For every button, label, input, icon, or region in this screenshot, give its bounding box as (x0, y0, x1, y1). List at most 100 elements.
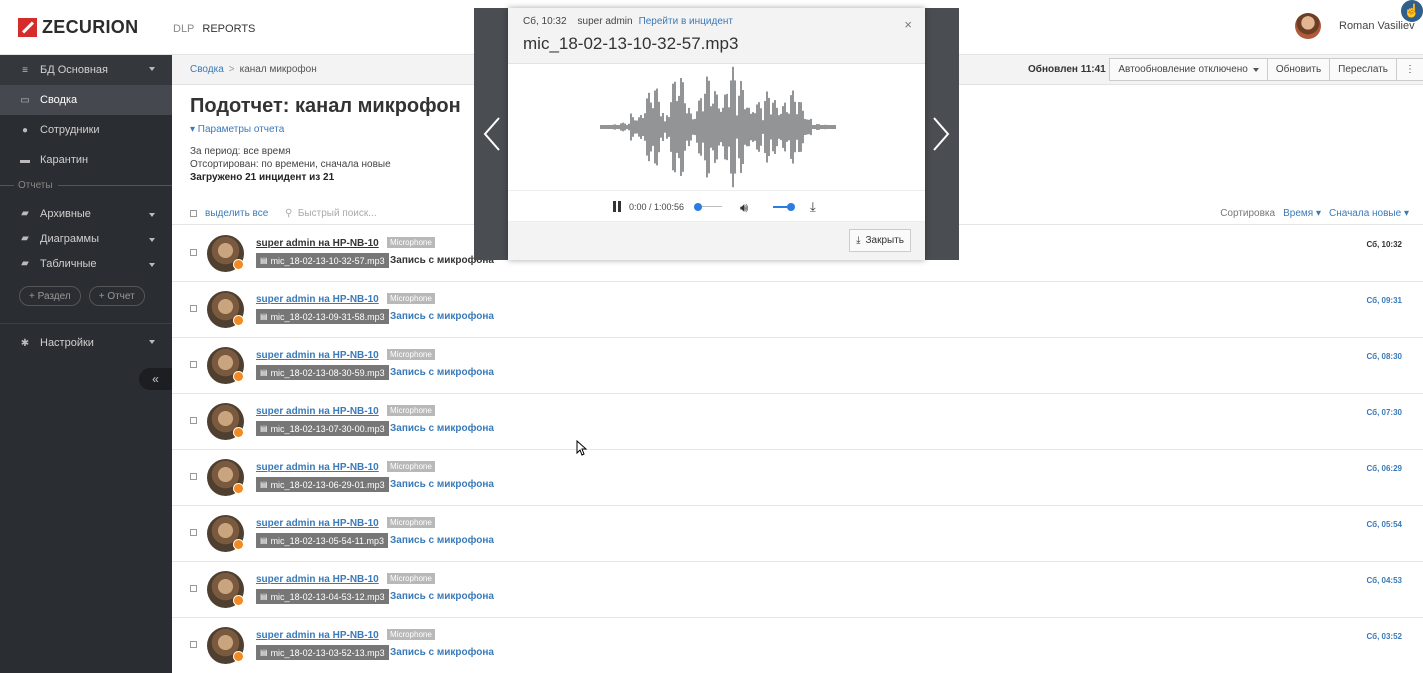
row-user-link[interactable]: super admin на HP-NB-10 (256, 406, 379, 417)
add-section-button[interactable]: + Раздел (19, 286, 81, 306)
volume-icon[interactable]: 🔊︎ (740, 200, 748, 216)
toolbar-buttons: Автообновление отключено Обновить Пересл… (1109, 58, 1423, 81)
hand-pointer-icon[interactable]: ☝ (1401, 0, 1423, 22)
add-report-button[interactable]: + Отчет (88, 286, 145, 306)
row-description[interactable]: Запись с микрофона (390, 479, 494, 490)
divider (0, 323, 172, 324)
row-checkbox[interactable] (190, 361, 197, 368)
file-icon: ▤ (260, 256, 268, 265)
row-description[interactable]: Запись с микрофона (390, 367, 494, 378)
sidebar-item-label: Сводка (40, 94, 78, 106)
sidebar-folder-charts[interactable]: ▰ Диаграммы (0, 226, 172, 251)
file-chip[interactable]: ▤ mic_18-02-13-03-52-13.mp3 (256, 645, 389, 660)
chevron-down-icon (149, 263, 155, 267)
file-name: mic_18-02-13-09-31-58.mp3 (270, 311, 385, 322)
select-all-link[interactable]: выделить все (205, 208, 268, 219)
row-user-link[interactable]: super admin на HP-NB-10 (256, 238, 379, 249)
row-user-link[interactable]: super admin на HP-NB-10 (256, 462, 379, 473)
row-checkbox[interactable] (190, 417, 197, 424)
next-arrow-icon[interactable] (930, 114, 952, 154)
table-row[interactable]: super admin на HP-NB-10 Microphone ▤ mic_18… (172, 450, 1423, 506)
close-icon[interactable]: × (904, 17, 912, 32)
row-checkbox[interactable] (190, 305, 197, 312)
row-checkbox[interactable] (190, 585, 197, 592)
sidebar-folder-tables[interactable]: ▰ Табличные (0, 251, 172, 276)
sidebar-folder-archive[interactable]: ▰ Архивные (0, 201, 172, 226)
file-chip[interactable]: ▤ mic_18-02-13-06-29-01.mp3 (256, 477, 389, 492)
more-menu-button[interactable]: ⋮ (1396, 58, 1423, 81)
logo-text: ZECURION (42, 17, 139, 37)
row-user-link[interactable]: super admin на HP-NB-10 (256, 630, 379, 641)
channel-badge: Microphone (387, 461, 435, 472)
logo[interactable]: ZECURION (18, 17, 138, 38)
avatar (207, 459, 244, 496)
breadcrumb-root[interactable]: Сводка (190, 64, 224, 75)
select-all-checkbox[interactable] (190, 210, 197, 217)
modal-footer: ⤓ Закрыть (508, 222, 925, 260)
refresh-button[interactable]: Обновить (1266, 58, 1331, 81)
top-nav: DLP REPORTS (173, 23, 255, 35)
sidebar-item-quarantine[interactable]: ▬ Карантин (0, 145, 172, 175)
row-time: Сб, 10:32 (1366, 240, 1402, 249)
file-chip[interactable]: ▤ mic_18-02-13-08-30-59.mp3 (256, 365, 389, 380)
nav-dlp[interactable]: DLP (173, 23, 194, 35)
report-params-toggle[interactable]: ▾ Параметры отчета (190, 124, 461, 135)
row-description[interactable]: Запись с микрофона (390, 647, 494, 658)
nav-reports[interactable]: REPORTS (202, 23, 255, 35)
row-user-link[interactable]: super admin на HP-NB-10 (256, 294, 379, 305)
table-row[interactable]: super admin на HP-NB-10 Microphone ▤ mic_18… (172, 562, 1423, 618)
row-checkbox[interactable] (190, 249, 197, 256)
folder-label: Архивные (40, 207, 91, 220)
table-row[interactable]: super admin на HP-NB-10 Microphone ▤ mic_18… (172, 506, 1423, 562)
sidebar-item-employees[interactable]: ● Сотрудники (0, 115, 172, 145)
channel-badge: Microphone (387, 517, 435, 528)
sidebar-db-select[interactable]: ≡ БД Основная (0, 55, 172, 85)
previous-arrow-icon[interactable] (481, 114, 503, 154)
audio-controls: 0:00 / 1:00:56 🔊︎ ⤓ (508, 190, 925, 222)
avatar (1295, 13, 1321, 39)
sidebar-item-summary[interactable]: ▭ Сводка (0, 85, 172, 115)
sidebar-db-label: БД Основная (40, 64, 108, 76)
row-description[interactable]: Запись с микрофона (390, 591, 494, 602)
table-row[interactable]: super admin на HP-NB-10 Microphone ▤ mic_18… (172, 618, 1423, 673)
search-input[interactable]: ⚲ Быстрый поиск... (285, 208, 377, 219)
file-chip[interactable]: ▤ mic_18-02-13-10-32-57.mp3 (256, 253, 389, 268)
row-description[interactable]: Запись с микрофона (390, 423, 494, 434)
sort-field-dropdown[interactable]: Время ▾ (1283, 208, 1321, 219)
file-icon: ▤ (260, 368, 268, 377)
pause-icon[interactable] (612, 201, 622, 212)
avatar (207, 515, 244, 552)
autoupdate-dropdown[interactable]: Автообновление отключено (1109, 58, 1268, 81)
file-chip[interactable]: ▤ mic_18-02-13-09-31-58.mp3 (256, 309, 389, 324)
table-row[interactable]: super admin на HP-NB-10 Microphone ▤ mic_18… (172, 338, 1423, 394)
avatar (207, 403, 244, 440)
goto-incident-link[interactable]: Перейти в инцидент (639, 16, 733, 27)
row-description[interactable]: Запись с микрофона (390, 535, 494, 546)
forward-button[interactable]: Переслать (1329, 58, 1397, 81)
avatar (207, 291, 244, 328)
download-icon[interactable]: ⤓ (810, 199, 816, 215)
file-name: mic_18-02-13-05-54-11.mp3 (270, 535, 384, 546)
row-user-link[interactable]: super admin на HP-NB-10 (256, 350, 379, 361)
laptop-icon: ▭ (20, 94, 30, 106)
file-icon: ▤ (260, 480, 268, 489)
row-user-link[interactable]: super admin на HP-NB-10 (256, 574, 379, 585)
row-user-link[interactable]: super admin на HP-NB-10 (256, 518, 379, 529)
audio-player-modal: Сб, 10:32 super admin Перейти в инцидент… (508, 8, 925, 260)
seek-handle[interactable] (694, 203, 702, 211)
collapse-sidebar-button[interactable]: « (139, 368, 172, 390)
row-description[interactable]: Запись с микрофона (390, 311, 494, 322)
volume-handle[interactable] (787, 203, 795, 211)
folder-label: Диаграммы (40, 232, 99, 245)
file-chip[interactable]: ▤ mic_18-02-13-07-30-00.mp3 (256, 421, 389, 436)
row-checkbox[interactable] (190, 529, 197, 536)
sidebar-item-settings[interactable]: ✱ Настройки (0, 328, 172, 358)
row-checkbox[interactable] (190, 473, 197, 480)
table-row[interactable]: super admin на HP-NB-10 Microphone ▤ mic_18… (172, 282, 1423, 338)
close-button[interactable]: ⤓ Закрыть (849, 229, 911, 252)
file-chip[interactable]: ▤ mic_18-02-13-04-53-12.mp3 (256, 589, 389, 604)
sort-order-dropdown[interactable]: Сначала новые ▾ (1329, 208, 1409, 219)
table-row[interactable]: super admin на HP-NB-10 Microphone ▤ mic_18… (172, 394, 1423, 450)
row-checkbox[interactable] (190, 641, 197, 648)
file-chip[interactable]: ▤ mic_18-02-13-05-54-11.mp3 (256, 533, 388, 548)
